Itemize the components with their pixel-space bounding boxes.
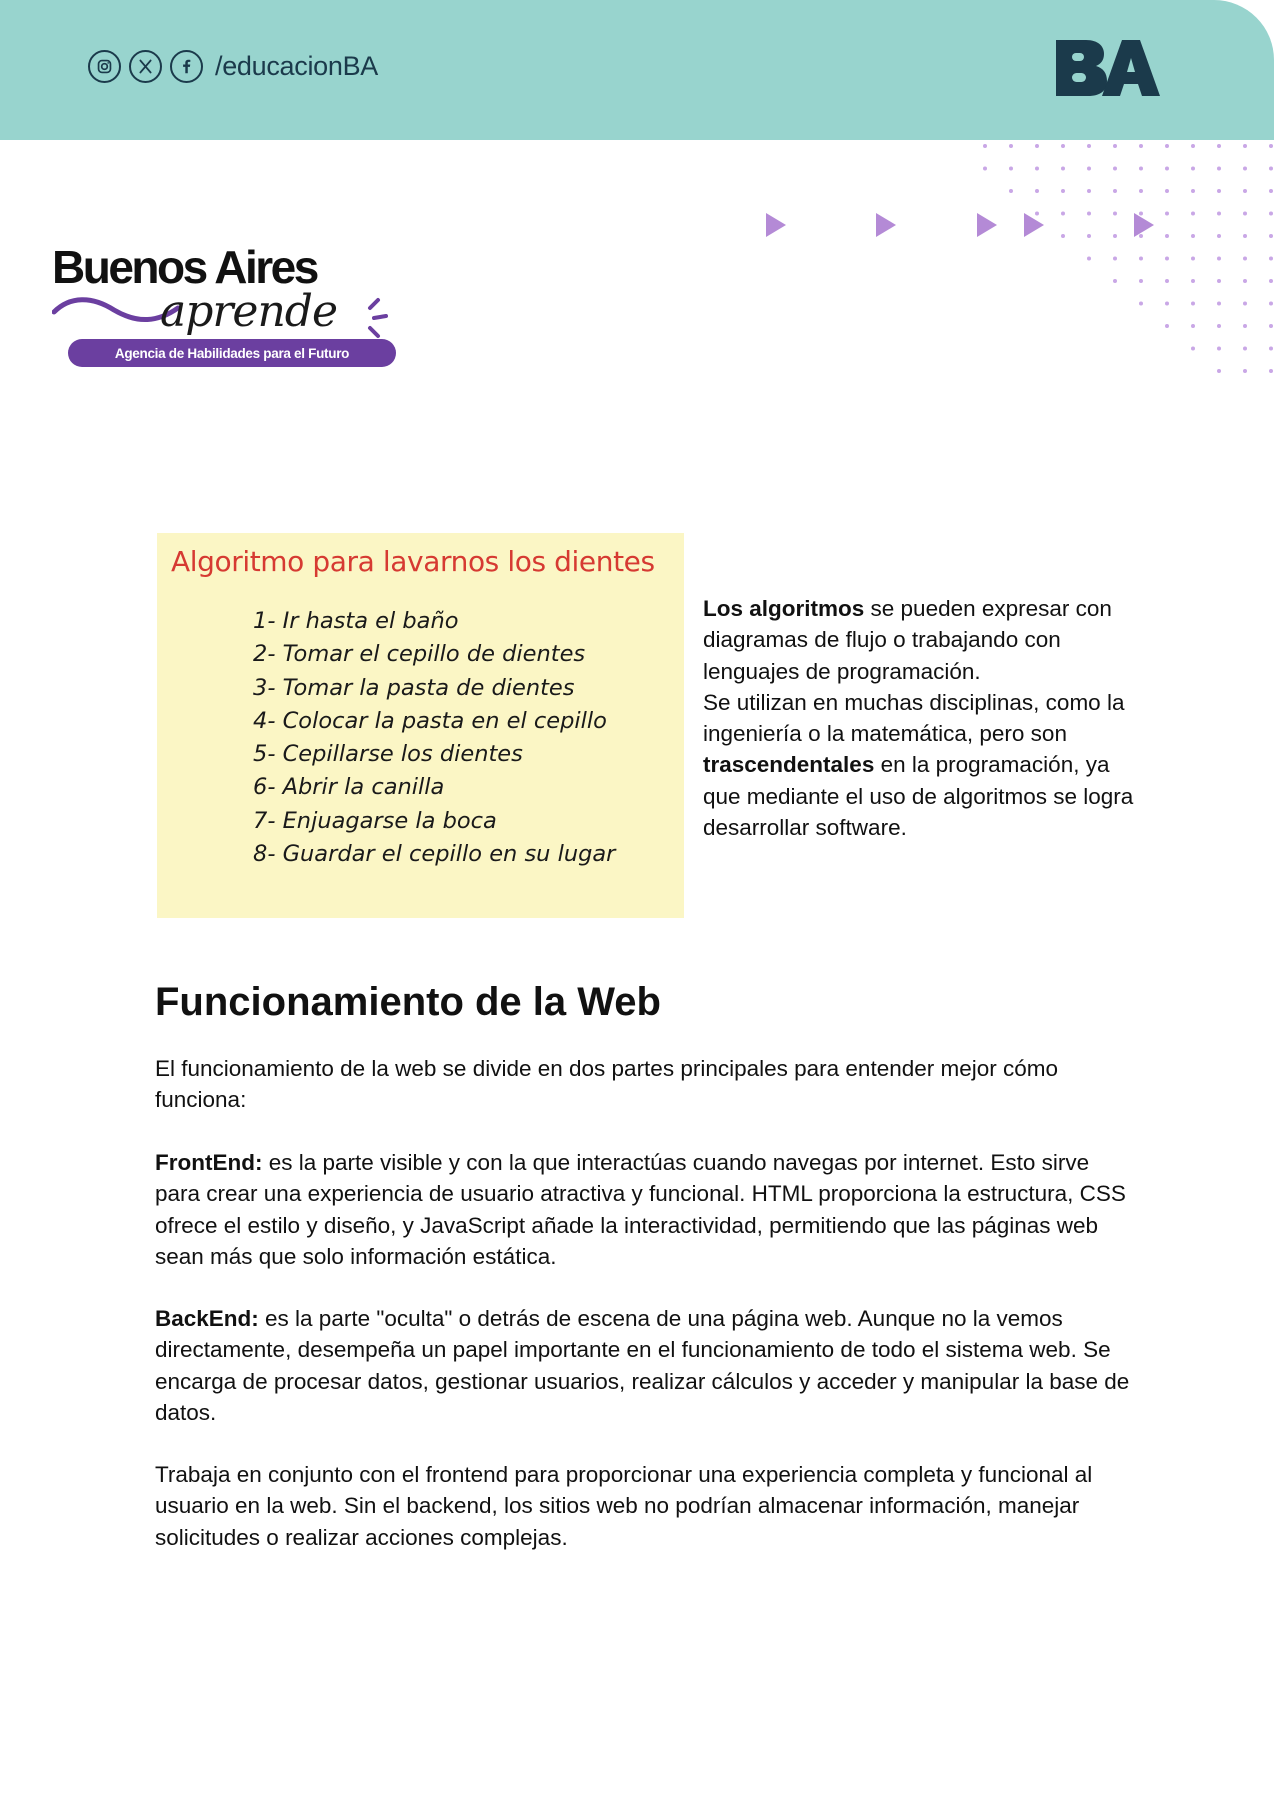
closing-paragraph: Trabaja en conjunto con el frontend para… (155, 1462, 1093, 1550)
algorithm-step: 7- Enjuagarse la boca (253, 807, 497, 834)
backend-paragraph: BackEnd: es la parte "oculta" o detrás d… (155, 1306, 1130, 1425)
play-arrow-icon (1134, 213, 1154, 237)
x-icon[interactable] (129, 50, 162, 83)
play-arrow-icon (977, 213, 997, 237)
algorithm-step: 8- Guardar el cepillo en su lugar (253, 841, 616, 868)
brand-tagline: Agencia de Habilidades para el Futuro (68, 339, 396, 367)
algorithms-description: Los algoritmos se pueden expresar con di… (703, 593, 1143, 843)
algorithm-step: 4- Colocar la pasta en el cepillo (253, 707, 607, 734)
algorithm-card: Algoritmo para lavarnos los dientes 1- I… (157, 533, 684, 918)
algorithms-paragraph-1: Los algoritmos se pueden expresar con di… (703, 596, 1112, 684)
algorithm-step: 1- Ir hasta el baño (253, 608, 459, 634)
buenos-aires-aprende-logo: Buenos Aires aprende Agencia de Habilida… (52, 240, 396, 370)
decorative-arrows (766, 213, 1154, 237)
header-bar: /educacionBA (0, 0, 1274, 140)
algorithm-steps: 1- Ir hasta el baño 2- Tomar el cepillo … (253, 605, 615, 871)
social-handle[interactable]: /educacionBA (215, 51, 378, 82)
algorithm-step: 6- Abrir la canilla (253, 774, 445, 801)
intro-paragraph: El funcionamiento de la web se divide en… (155, 1056, 1059, 1113)
frontend-label: FrontEnd: (155, 1150, 263, 1175)
backend-label: BackEnd: (155, 1306, 259, 1331)
frontend-paragraph: FrontEnd: es la parte visible y con la q… (155, 1150, 1126, 1269)
play-arrow-icon (876, 213, 896, 237)
decorative-dot-grid (983, 144, 1273, 373)
play-arrow-icon (766, 213, 786, 237)
brand-script: aprende (160, 286, 338, 337)
social-links: /educacionBA (88, 50, 378, 83)
algorithm-title: Algoritmo para lavarnos los dientes (171, 545, 655, 578)
algorithm-step: 3- Tomar la pasta de dientes (253, 674, 575, 701)
section-title: Funcionamiento de la Web (155, 980, 661, 1024)
algorithm-step: 2- Tomar el cepillo de dientes (253, 641, 586, 668)
instagram-icon[interactable] (88, 50, 121, 83)
ba-logo (1052, 36, 1164, 100)
play-arrow-icon (1024, 213, 1044, 237)
facebook-icon[interactable] (170, 50, 203, 83)
algorithms-paragraph-2: Se utilizan en muchas disciplinas, como … (703, 689, 1134, 841)
algorithm-step: 5- Cepillarse los dientes (253, 741, 523, 768)
